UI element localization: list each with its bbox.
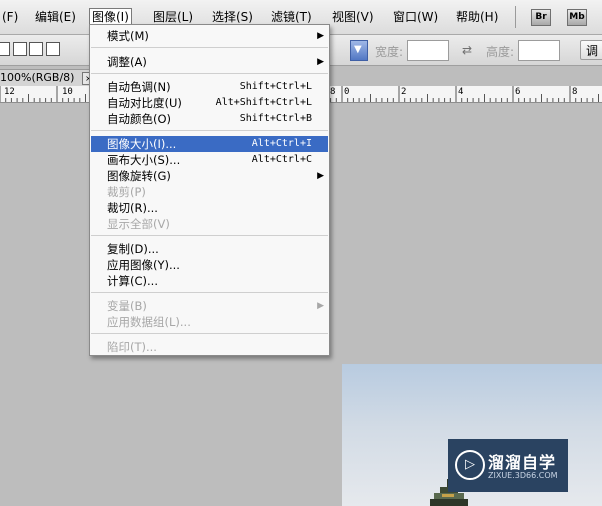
- menu-separator: [91, 333, 328, 334]
- height-label: 高度:: [486, 45, 515, 59]
- submenu-arrow-icon: ▶: [317, 301, 324, 311]
- menu-item-crop[interactable]: 裁剪(P): [91, 184, 328, 200]
- menu-item-shortcut: Alt+Ctrl+I: [251, 138, 312, 149]
- document-tab[interactable]: 100%(RGB/8) ×: [0, 69, 96, 87]
- menu-item-label: 应用数据组(L)...: [107, 315, 191, 329]
- intersect-selection-icon[interactable]: [46, 42, 60, 56]
- width-label: 宽度:: [375, 45, 404, 59]
- menu-window[interactable]: 窗口(W): [393, 9, 438, 25]
- menu-item-label: 调整(A): [107, 55, 147, 69]
- subtract-selection-icon[interactable]: [29, 42, 43, 56]
- menu-item-label: 自动颜色(O): [107, 112, 172, 126]
- menu-separator: [91, 73, 328, 74]
- swap-icon[interactable]: ⇄: [462, 43, 472, 57]
- menu-item-mode[interactable]: 模式(M) ▶: [91, 28, 328, 44]
- menu-item-adjust[interactable]: 调整(A) ▶: [91, 54, 328, 70]
- ruler-label: 0: [344, 87, 350, 97]
- menu-filter[interactable]: 滤镜(T): [271, 9, 312, 25]
- style-dropdown-arrow[interactable]: ▼: [350, 40, 368, 61]
- menu-help[interactable]: 帮助(H): [456, 9, 498, 25]
- add-selection-icon[interactable]: [13, 42, 27, 56]
- watermark-subtitle: ZIXUE.3D66.COM: [488, 471, 558, 480]
- bridge-button[interactable]: Br: [531, 9, 551, 26]
- new-selection-icon[interactable]: [0, 42, 10, 56]
- watermark-title: 溜溜自学: [488, 453, 557, 472]
- menu-item-label: 应用图像(Y)...: [107, 258, 180, 272]
- ruler-label: 10: [62, 87, 73, 97]
- menu-item-auto-contrast[interactable]: 自动对比度(U) Alt+Shift+Ctrl+L: [91, 95, 328, 111]
- menu-item-image-rotation[interactable]: 图像旋转(G) ▶: [91, 168, 328, 184]
- menu-view[interactable]: 视图(V): [332, 9, 374, 25]
- menu-separator: [91, 292, 328, 293]
- submenu-arrow-icon: ▶: [317, 171, 324, 181]
- ruler-label: 8: [572, 87, 578, 97]
- refine-edge-button[interactable]: 调: [580, 40, 602, 60]
- document-tab-title: 100%(RGB/8): [0, 71, 75, 84]
- menu-item-shortcut: Alt+Shift+Ctrl+L: [215, 97, 312, 108]
- menu-item-shortcut: Alt+Ctrl+C: [251, 154, 312, 165]
- ruler-label: 2: [401, 87, 407, 97]
- submenu-arrow-icon: ▶: [317, 57, 324, 67]
- menu-item-label: 显示全部(V): [107, 217, 170, 231]
- watermark-logo: ▷ 溜溜自学 ZIXUE.3D66.COM: [448, 439, 568, 492]
- menu-item-label: 图像旋转(G): [107, 169, 171, 183]
- menu-separator: [91, 47, 328, 48]
- menu-item-auto-tone[interactable]: 自动色调(N) Shift+Ctrl+L: [91, 79, 328, 95]
- height-input[interactable]: [518, 40, 560, 61]
- menu-item-trap[interactable]: 陷印(T)...: [91, 339, 328, 355]
- ruler-label: 12: [4, 87, 15, 97]
- width-input[interactable]: [407, 40, 449, 61]
- menu-item-label: 裁剪(P): [107, 185, 146, 199]
- menu-item-auto-color[interactable]: 自动颜色(O) Shift+Ctrl+B: [91, 111, 328, 127]
- menu-item-label: 复制(D)...: [107, 242, 159, 256]
- menu-item-apply-image[interactable]: 应用图像(Y)...: [91, 257, 328, 273]
- menu-item-apply-data-set[interactable]: 应用数据组(L)...: [91, 314, 328, 330]
- menu-edit[interactable]: 编辑(E): [35, 9, 76, 25]
- submenu-arrow-icon: ▶: [317, 31, 324, 41]
- menu-item-variables[interactable]: 变量(B) ▶: [91, 298, 328, 314]
- menu-item-label: 自动对比度(U): [107, 96, 182, 110]
- menu-item-label: 画布大小(S)...: [107, 153, 181, 167]
- menu-item-label: 自动色调(N): [107, 80, 171, 94]
- menu-item-trim[interactable]: 裁切(R)...: [91, 200, 328, 216]
- menu-item-duplicate[interactable]: 复制(D)...: [91, 241, 328, 257]
- menubar-divider: [515, 6, 516, 28]
- menu-item-label: 模式(M): [107, 29, 149, 43]
- image-menu-dropdown: 模式(M) ▶ 调整(A) ▶ 自动色调(N) Shift+Ctrl+L 自动对…: [89, 24, 330, 356]
- menu-item-label: 裁切(R)...: [107, 201, 158, 215]
- ruler-label: 4: [458, 87, 464, 97]
- menu-separator: [91, 130, 328, 131]
- play-icon: ▷: [455, 450, 485, 480]
- menu-item-shortcut: Shift+Ctrl+B: [239, 113, 312, 124]
- ruler-label: 6: [515, 87, 521, 97]
- menu-item-label: 计算(C)...: [107, 274, 158, 288]
- menu-item-reveal-all[interactable]: 显示全部(V): [91, 216, 328, 232]
- menu-item-canvas-size[interactable]: 画布大小(S)... Alt+Ctrl+C: [91, 152, 328, 168]
- mini-bridge-button[interactable]: Mb: [567, 9, 587, 26]
- menu-item-calculations[interactable]: 计算(C)...: [91, 273, 328, 289]
- menu-separator: [91, 235, 328, 236]
- menu-file[interactable]: (F): [2, 9, 18, 25]
- menu-item-image-size[interactable]: 图像大小(I)... Alt+Ctrl+I: [91, 136, 328, 152]
- menu-item-shortcut: Shift+Ctrl+L: [239, 81, 312, 92]
- menu-item-label: 陷印(T)...: [107, 340, 157, 354]
- ruler-label: 8: [330, 87, 336, 97]
- menu-layer[interactable]: 图层(L): [153, 9, 193, 25]
- menu-item-label: 变量(B): [107, 299, 147, 313]
- menu-item-label: 图像大小(I)...: [107, 137, 177, 151]
- menu-select[interactable]: 选择(S): [212, 9, 253, 25]
